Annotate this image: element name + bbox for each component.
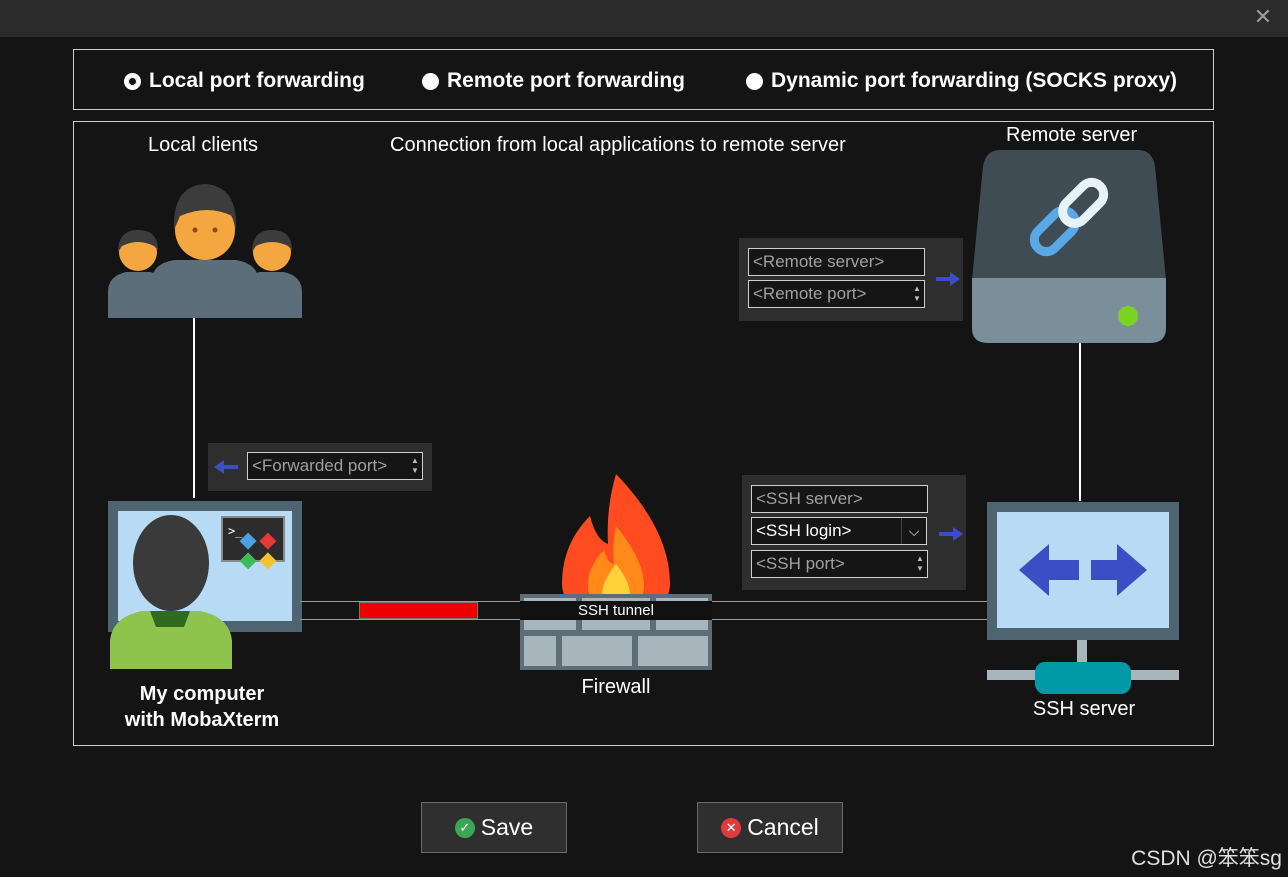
watermark: CSDN @笨笨sg: [1131, 847, 1282, 870]
remote-port-input[interactable]: <Remote port> ▲ ▼: [748, 280, 925, 308]
close-icon: ✕: [721, 817, 742, 838]
check-icon: ✓: [454, 817, 475, 838]
radio-remote-forwarding[interactable]: Remote port forwarding: [422, 69, 685, 93]
ssh-login-value: <SSH login>: [756, 521, 852, 540]
local-clients-label: Local clients: [148, 134, 259, 156]
arrow-left-icon: [214, 460, 238, 474]
remote-connector-line: [1079, 343, 1081, 501]
spinner-icon[interactable]: ▲ ▼: [915, 554, 925, 574]
radio-unselected-icon: [422, 72, 439, 90]
chevron-down-icon[interactable]: ⌵: [901, 518, 926, 544]
clients-connector-line: [193, 318, 195, 498]
cancel-label: Cancel: [747, 814, 819, 840]
spinner-icon[interactable]: ▲ ▼: [410, 456, 420, 476]
my-computer-line-1: My computer: [139, 683, 265, 705]
ssh-login-select[interactable]: <SSH login> ⌵: [751, 517, 927, 545]
save-label: Save: [480, 814, 534, 840]
arrow-right-icon: [939, 527, 963, 541]
ssh-port-input[interactable]: <SSH port> ▲ ▼: [751, 550, 928, 578]
remote-server-label: Remote server: [1006, 124, 1138, 146]
save-button[interactable]: ✓ Save: [421, 802, 567, 853]
radio-label: Dynamic port forwarding (SOCKS proxy): [771, 69, 1178, 92]
radio-label: Remote port forwarding: [447, 69, 686, 92]
server-led: [1118, 306, 1138, 326]
arrow-right-icon: [936, 272, 960, 286]
remote-server-icon: [972, 150, 1166, 343]
radio-dynamic-forwarding[interactable]: Dynamic port forwarding (SOCKS proxy): [746, 69, 1177, 93]
ssh-tunnel-label: SSH tunnel: [520, 601, 712, 620]
forwarded-port-input[interactable]: <Forwarded port> ▲ ▼: [247, 452, 423, 480]
title-bar: [0, 0, 1288, 37]
radio-label: Local port forwarding: [149, 69, 365, 92]
my-computer-line-2: with MobaXterm: [124, 709, 280, 731]
radio-selected-icon: [124, 72, 141, 90]
firewall-label: Firewall: [581, 676, 651, 698]
diagram-caption: Connection from local applications to re…: [390, 134, 846, 156]
forwarding-mode-group: Local port forwarding Remote port forwar…: [73, 49, 1214, 110]
firewall-icon: [520, 474, 712, 670]
spinner-icon[interactable]: ▲ ▼: [912, 284, 922, 304]
tunnel-progress: [359, 602, 478, 619]
ssh-port-value: <SSH port>: [756, 554, 845, 573]
ssh-server-label: SSH server: [1032, 698, 1136, 720]
svg-text:>_: >_: [228, 524, 243, 538]
cancel-button[interactable]: ✕ Cancel: [697, 802, 843, 853]
ssh-server-input[interactable]: <SSH server>: [751, 485, 928, 513]
remote-server-input[interactable]: <Remote server>: [748, 248, 925, 276]
close-icon[interactable]: ✕: [1252, 6, 1274, 28]
ssh-server-icon: [987, 502, 1179, 694]
users-icon: [108, 184, 302, 318]
radio-unselected-icon: [746, 72, 763, 90]
forwarded-port-value: <Forwarded port>: [252, 456, 388, 475]
computer-user-icon: >_: [108, 501, 302, 669]
my-computer-label: My computer with MobaXterm: [108, 681, 296, 733]
radio-local-forwarding[interactable]: Local port forwarding: [124, 69, 365, 93]
remote-port-value: <Remote port>: [753, 284, 867, 303]
